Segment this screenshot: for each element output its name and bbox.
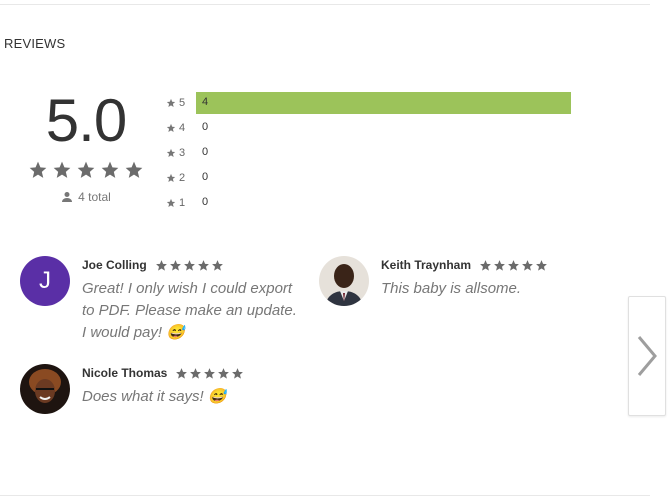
histogram-star-label: 1 [179,196,186,209]
histogram-row: 5 4 [166,90,571,115]
star-icon [218,367,230,379]
star-icon [190,367,202,379]
review-text: Does what it says! 😅 [82,388,227,405]
star-icon [494,259,505,271]
review-text: Great! I only wish I could export to PDF… [82,280,297,341]
avatar-photo [20,364,70,414]
rating-histogram: 5 4 4 0 3 0 2 0 1 0 [166,90,571,215]
histogram-count: 4 [202,95,209,108]
histogram-row: 4 0 [166,115,571,140]
review-card: J Joe Colling Great! I only wish I could… [20,256,310,344]
star-icon [232,367,244,379]
star-icon [480,259,491,271]
histogram-row: 3 0 [166,140,571,165]
star-icon [197,259,209,271]
histogram-count: 0 [202,195,209,208]
star-icon [204,367,216,379]
star-icon [169,259,181,271]
histogram-star-label: 2 [179,171,186,184]
total-reviews-label: 4 total [78,190,111,204]
avatar-photo [319,256,369,306]
histogram-star-label: 4 [179,121,186,134]
avatar[interactable] [319,256,369,306]
top-divider [0,4,650,5]
histogram-count: 0 [202,145,209,158]
histogram-star-label: 3 [179,146,186,159]
review-text: This baby is allsome. [381,280,522,297]
avatar-letter: J [39,267,51,294]
star-icon [29,161,47,178]
histogram-count: 0 [202,120,209,133]
review-stars [479,259,548,272]
reviewer-name[interactable]: Joe Colling [82,258,147,272]
star-icon [101,161,119,178]
histogram-star-label: 5 [179,96,186,109]
total-reviews: 4 total [26,190,146,204]
section-title: REVIEWS [4,36,66,51]
average-score: 5.0 [45,87,127,154]
star-icon [77,161,95,178]
star-icon [211,259,223,271]
bottom-divider [0,495,650,496]
star-icon [53,161,71,178]
star-icon [183,259,195,271]
next-reviews-button[interactable] [628,296,666,416]
review-stars [175,367,244,380]
review-stars [155,259,224,272]
star-icon [522,259,533,271]
rating-summary: 5.0 4 total [26,88,146,204]
avatar[interactable] [20,364,70,414]
histogram-bar [196,91,571,114]
star-icon [125,161,143,178]
average-stars [26,160,146,180]
histogram-row: 2 0 [166,165,571,190]
star-icon [176,367,188,379]
star-icon [166,173,176,182]
reviewer-name[interactable]: Keith Traynham [381,258,471,272]
star-icon [166,98,176,107]
histogram-row: 1 0 [166,190,571,215]
person-icon [62,192,73,202]
star-icon [536,259,547,271]
star-icon [155,259,167,271]
star-icon [508,259,519,271]
review-card: Nicole Thomas Does what it says! 😅 [20,364,310,414]
star-icon [166,123,176,132]
star-icon [166,148,176,157]
reviewer-name[interactable]: Nicole Thomas [82,366,167,380]
chevron-right-icon [637,336,657,376]
review-card: Keith Traynham This baby is allsome. [319,256,619,306]
avatar[interactable]: J [20,256,70,306]
star-icon [166,198,176,207]
histogram-count: 0 [202,170,209,183]
